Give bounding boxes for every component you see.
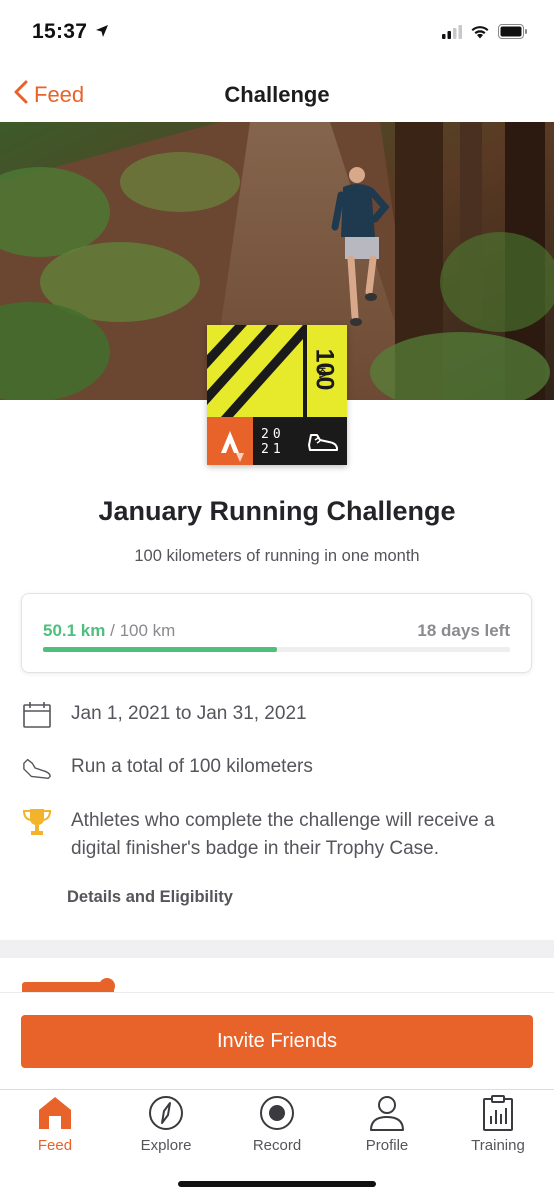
progress-track <box>43 647 510 652</box>
calendar-icon <box>22 700 52 730</box>
signal-icon <box>442 24 462 44</box>
detail-dates-text: Jan 1, 2021 to Jan 31, 2021 <box>71 703 307 724</box>
profile-icon <box>368 1094 406 1132</box>
detail-reward-text: Athletes who complete the challenge will… <box>71 810 495 859</box>
progress-card: 50.1 km / 100 km 18 days left <box>21 593 532 673</box>
tab-label: Feed <box>37 1137 73 1154</box>
trophy-icon <box>22 807 52 837</box>
record-icon <box>258 1094 296 1132</box>
tab-record[interactable]: Record <box>222 1090 332 1165</box>
invite-footer: Invite Friends <box>0 992 554 1090</box>
home-icon <box>36 1094 74 1132</box>
detail-goal: Run a total of 100 kilometers <box>22 753 313 783</box>
tab-label: Explore <box>140 1137 192 1154</box>
tab-feed[interactable]: Feed <box>0 1090 110 1165</box>
battery-icon <box>498 24 528 44</box>
clock-label: 15:37 <box>32 20 88 43</box>
detail-dates: Jan 1, 2021 to Jan 31, 2021 <box>22 700 307 730</box>
tab-training[interactable]: Training <box>443 1090 553 1165</box>
tab-profile[interactable]: Profile <box>332 1090 442 1165</box>
tab-label: Training <box>471 1137 525 1154</box>
status-time: 15:37 <box>32 20 109 44</box>
invite-friends-button[interactable]: Invite Friends <box>21 1015 533 1068</box>
tab-label: Record <box>252 1137 302 1154</box>
badge-year: 20 21 <box>261 427 285 457</box>
wifi-icon <box>470 25 490 44</box>
days-left: 18 days left <box>417 621 510 640</box>
tab-label: Profile <box>365 1137 409 1154</box>
detail-reward: Athletes who complete the challenge will… <box>22 807 531 863</box>
details-eligibility-link[interactable]: Details and Eligibility <box>67 888 233 907</box>
progress-current: 50.1 km <box>43 621 106 640</box>
section-divider <box>0 940 554 958</box>
training-icon <box>479 1094 517 1132</box>
progress-goal: 100 km <box>119 621 176 640</box>
navigation-bar: Feed Challenge <box>0 70 554 122</box>
detail-goal-text: Run a total of 100 kilometers <box>71 756 313 777</box>
status-icons <box>442 24 528 44</box>
compass-icon <box>147 1094 185 1132</box>
page-title: Challenge <box>224 82 330 107</box>
shoe-icon <box>307 429 339 458</box>
status-bar: 15:37 <box>0 0 554 70</box>
progress-text: 50.1 km / 100 km <box>43 621 175 641</box>
challenge-subtitle: 100 kilometers of running in one month <box>134 547 420 565</box>
progress-separator: / <box>105 621 120 640</box>
location-arrow-icon <box>95 20 109 44</box>
badge-distance: 100 KM <box>310 348 339 391</box>
challenge-badge: 100 KM 20 21 <box>207 325 347 465</box>
tab-explore[interactable]: Explore <box>111 1090 221 1165</box>
home-indicator <box>178 1181 376 1187</box>
shoe-icon <box>22 753 52 783</box>
challenge-title: January Running Challenge <box>98 496 456 526</box>
progress-fill <box>43 647 277 652</box>
